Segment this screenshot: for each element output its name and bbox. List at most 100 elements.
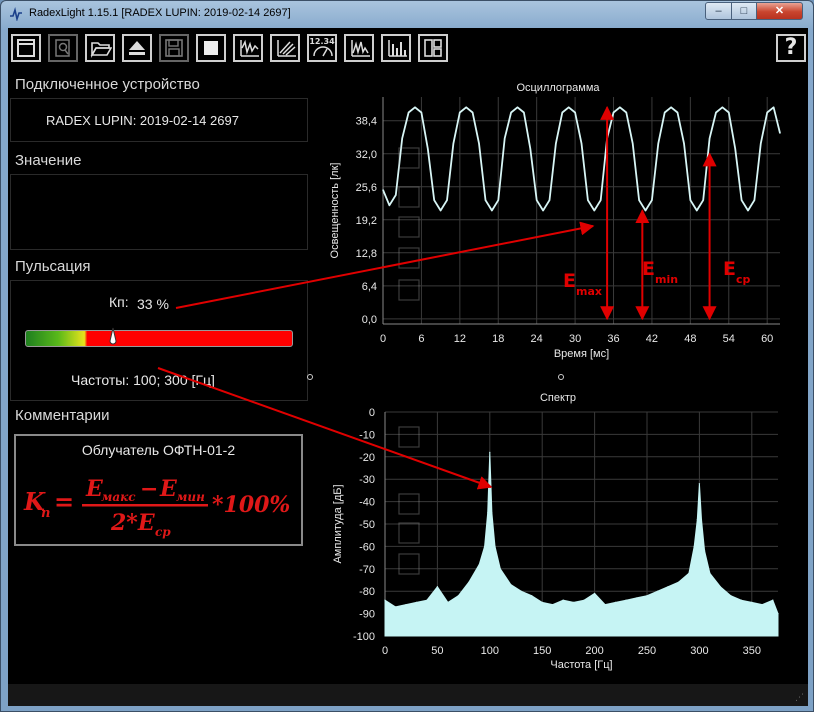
data-point [405,604,407,606]
data-point [683,142,685,145]
title-bar[interactable]: RadexLight 1.15.1 [RADEX LUPIN: 2019-02-… [1,1,813,27]
splitter-handle[interactable] [307,374,313,380]
data-point [632,142,634,145]
value-box [10,174,308,250]
x-axis-label: Частота [Гц] [550,659,612,671]
y-tick-label: -90 [359,609,375,621]
x-tick-label: 0 [380,333,386,345]
x-tick-label: 300 [690,645,708,657]
x-tick-label: 36 [607,333,619,345]
y-tick-label: 32,0 [356,149,377,161]
data-point [772,106,775,108]
maximize-button[interactable]: □ [731,2,757,20]
waveform-icon[interactable] [233,34,263,62]
data-point [606,137,608,139]
zoom-out-icon [398,522,420,544]
splitter-handle[interactable] [558,374,564,380]
data-point [753,199,755,201]
data-point [452,142,455,145]
data-point [619,106,621,108]
zoom-horizontal-icon [398,553,420,575]
data-point [542,209,544,212]
data-point [401,137,403,139]
data-point [555,142,557,145]
data-point [497,199,499,201]
data-point [734,147,736,150]
data-point [766,111,768,114]
data-point [468,581,470,583]
resize-grip-icon[interactable]: ⋰ [795,693,804,703]
spectrum-icon[interactable] [344,34,374,62]
zoom-fit-icon [398,147,420,169]
x-tick-label: 54 [723,333,735,345]
data-point [531,595,533,597]
y-tick-label: -50 [359,519,375,531]
x-tick-label: 12 [454,333,466,345]
close-button[interactable]: ✕ [756,2,803,20]
x-tick-label: 250 [638,645,656,657]
ecp-label: E [723,258,736,280]
formula-equals: = [54,487,74,516]
data-point [604,604,606,606]
data-point [676,111,679,114]
data-point [433,199,435,201]
y-tick-label: -20 [359,452,375,464]
data-point [408,111,410,114]
window-icon[interactable] [11,34,41,62]
eject-icon[interactable] [122,34,152,62]
layout-icon[interactable] [418,34,448,62]
data-point [523,111,525,114]
data-point [760,142,762,145]
y-tick-label: -30 [359,474,375,486]
data-point [751,601,753,604]
y-axis-label: Амплитуда [дБ] [332,484,344,563]
formula-emin-sub: мин [176,490,205,504]
data-point [529,147,531,150]
hatch-icon[interactable] [270,34,300,62]
x-tick-label: 30 [569,333,581,345]
app-window: RadexLight 1.15.1 [RADEX LUPIN: 2019-02-… [0,0,814,712]
zoom-button-frame [398,522,420,544]
data-point [472,111,474,114]
value-heading: Значение [15,152,82,169]
data-point [700,518,703,521]
x-tick-label: 24 [531,333,543,345]
data-point [728,111,730,114]
data-point [427,147,429,150]
data-point [696,209,698,212]
data-point [489,451,491,453]
stop-icon[interactable] [196,34,226,62]
zoom-out-icon [398,216,420,238]
minimize-button[interactable]: – [705,2,732,20]
kp-label: Кп: [109,294,129,310]
comment-title: Облучатель ОФТН-01-2 [81,442,236,458]
data-point [587,199,589,201]
x-tick-label: 150 [533,645,551,657]
data-point [548,199,551,201]
device-name: RADEX LUPIN: 2019-02-14 2697 [46,113,239,128]
formula-fraction-bar [82,504,208,507]
data-point [656,590,659,592]
formula-ecp-sub: ср [155,525,171,539]
data-point [484,199,487,201]
data-point [670,106,672,108]
data-point [715,111,717,114]
open-folder-icon[interactable] [85,34,115,62]
data-point [704,550,706,552]
x-tick-label: 48 [684,333,696,345]
save-icon[interactable] [159,34,189,62]
x-tick-label: 6 [418,333,424,345]
spectrum-title: Спектр [539,392,577,404]
x-tick-label: 100 [481,645,499,657]
search-icon[interactable] [48,34,78,62]
y-tick-label: 0,0 [362,314,377,326]
data-point [644,209,647,212]
x-tick-label: 350 [743,645,761,657]
histogram-icon[interactable] [381,34,411,62]
formula-k-sub: п [41,506,50,521]
data-point [520,590,522,592]
help-icon[interactable]: ? [776,34,806,62]
device-heading: Подключенное устройство [15,76,200,93]
data-point [536,199,538,201]
counter-icon[interactable]: 12.34 [307,34,337,62]
